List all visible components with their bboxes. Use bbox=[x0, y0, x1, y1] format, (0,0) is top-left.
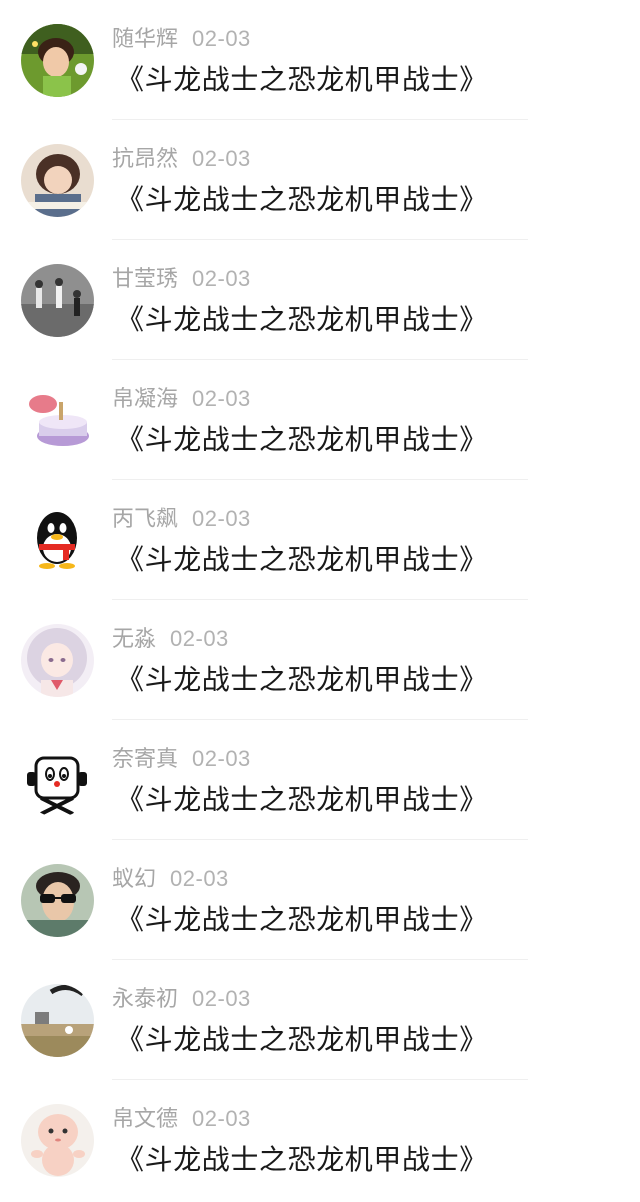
comment-item[interactable]: 甘莹琇 02-03 《斗龙战士之恐龙机甲战士》 bbox=[0, 240, 640, 360]
username[interactable]: 随华辉 bbox=[112, 27, 178, 52]
comment-item[interactable]: 无淼 02-03 《斗龙战士之恐龙机甲战士》 bbox=[0, 600, 640, 720]
cartoon-face-avatar-icon bbox=[21, 744, 94, 817]
avatar[interactable] bbox=[21, 504, 94, 577]
comment-date: 02-03 bbox=[192, 986, 251, 1011]
comment-item[interactable]: 蚁幻 02-03 《斗龙战士之恐龙机甲战士》 bbox=[0, 840, 640, 960]
girl-bob-hair-avatar-icon bbox=[21, 144, 94, 217]
cake-sketch-avatar-icon bbox=[21, 384, 94, 457]
comment-meta: 帛凝海 02-03 bbox=[112, 384, 251, 414]
comment-meta: 随华辉 02-03 bbox=[112, 24, 251, 54]
anime-girl-avatar-icon bbox=[21, 624, 94, 697]
comment-meta: 帛文德 02-03 bbox=[112, 1104, 251, 1134]
comment-date: 02-03 bbox=[192, 146, 251, 171]
comment-date: 02-03 bbox=[192, 746, 251, 771]
comment-item[interactable]: 随华辉 02-03 《斗龙战士之恐龙机甲战士》 bbox=[0, 0, 640, 120]
username[interactable]: 帛文德 bbox=[112, 1107, 178, 1132]
field-landscape-avatar-icon bbox=[21, 984, 94, 1057]
comment-text: 《斗龙战士之恐龙机甲战士》 bbox=[116, 183, 488, 216]
comment-meta: 奈寄真 02-03 bbox=[112, 744, 251, 774]
comment-item[interactable]: 丙飞飙 02-03 《斗龙战士之恐龙机甲战士》 bbox=[0, 480, 640, 600]
comment-meta: 抗昂然 02-03 bbox=[112, 144, 251, 174]
comment-text: 《斗龙战士之恐龙机甲战士》 bbox=[116, 303, 488, 336]
avatar[interactable] bbox=[21, 864, 94, 937]
comment-date: 02-03 bbox=[170, 866, 229, 891]
avatar[interactable] bbox=[21, 984, 94, 1057]
comment-date: 02-03 bbox=[192, 26, 251, 51]
qq-penguin-avatar-icon bbox=[21, 504, 94, 577]
comment-meta: 蚁幻 02-03 bbox=[112, 864, 229, 894]
avatar[interactable] bbox=[21, 264, 94, 337]
comment-meta: 永泰初 02-03 bbox=[112, 984, 251, 1014]
boy-green-bg-avatar-icon bbox=[21, 24, 94, 97]
sunglasses-man-avatar-icon bbox=[21, 864, 94, 937]
comment-text: 《斗龙战士之恐龙机甲战士》 bbox=[116, 1143, 488, 1176]
avatar[interactable] bbox=[21, 744, 94, 817]
username[interactable]: 甘莹琇 bbox=[112, 267, 178, 292]
comment-item[interactable]: 永泰初 02-03 《斗龙战士之恐龙机甲战士》 bbox=[0, 960, 640, 1080]
username[interactable]: 奈寄真 bbox=[112, 747, 178, 772]
runners-avatar-icon bbox=[21, 264, 94, 337]
username[interactable]: 丙飞飙 bbox=[112, 507, 178, 532]
comment-date: 02-03 bbox=[192, 386, 251, 411]
avatar[interactable] bbox=[21, 624, 94, 697]
kewpie-doll-avatar-icon bbox=[21, 1104, 94, 1177]
username[interactable]: 无淼 bbox=[112, 627, 156, 652]
comment-text: 《斗龙战士之恐龙机甲战士》 bbox=[116, 663, 488, 696]
comment-date: 02-03 bbox=[170, 626, 229, 651]
username[interactable]: 永泰初 bbox=[112, 987, 178, 1012]
comment-item[interactable]: 帛凝海 02-03 《斗龙战士之恐龙机甲战士》 bbox=[0, 360, 640, 480]
comment-item[interactable]: 抗昂然 02-03 《斗龙战士之恐龙机甲战士》 bbox=[0, 120, 640, 240]
comment-text: 《斗龙战士之恐龙机甲战士》 bbox=[116, 1023, 488, 1056]
comment-list: 随华辉 02-03 《斗龙战士之恐龙机甲战士》 抗昂然 02-03 《斗龙战士之恐龙… bbox=[0, 0, 640, 1202]
comment-meta: 甘莹琇 02-03 bbox=[112, 264, 251, 294]
comment-meta: 无淼 02-03 bbox=[112, 624, 229, 654]
comment-text: 《斗龙战士之恐龙机甲战士》 bbox=[116, 783, 488, 816]
comment-text: 《斗龙战士之恐龙机甲战士》 bbox=[116, 903, 488, 936]
comment-meta: 丙飞飙 02-03 bbox=[112, 504, 251, 534]
avatar[interactable] bbox=[21, 1104, 94, 1177]
comment-text: 《斗龙战士之恐龙机甲战士》 bbox=[116, 543, 488, 576]
comment-date: 02-03 bbox=[192, 506, 251, 531]
username[interactable]: 抗昂然 bbox=[112, 147, 178, 172]
comment-item[interactable]: 帛文德 02-03 《斗龙战士之恐龙机甲战士》 bbox=[0, 1080, 640, 1200]
avatar[interactable] bbox=[21, 384, 94, 457]
avatar[interactable] bbox=[21, 144, 94, 217]
comment-date: 02-03 bbox=[192, 266, 251, 291]
comment-text: 《斗龙战士之恐龙机甲战士》 bbox=[116, 63, 488, 96]
comment-item[interactable]: 奈寄真 02-03 《斗龙战士之恐龙机甲战士》 bbox=[0, 720, 640, 840]
username[interactable]: 帛凝海 bbox=[112, 387, 178, 412]
comment-date: 02-03 bbox=[192, 1106, 251, 1131]
comment-text: 《斗龙战士之恐龙机甲战士》 bbox=[116, 423, 488, 456]
username[interactable]: 蚁幻 bbox=[112, 867, 156, 892]
avatar[interactable] bbox=[21, 24, 94, 97]
